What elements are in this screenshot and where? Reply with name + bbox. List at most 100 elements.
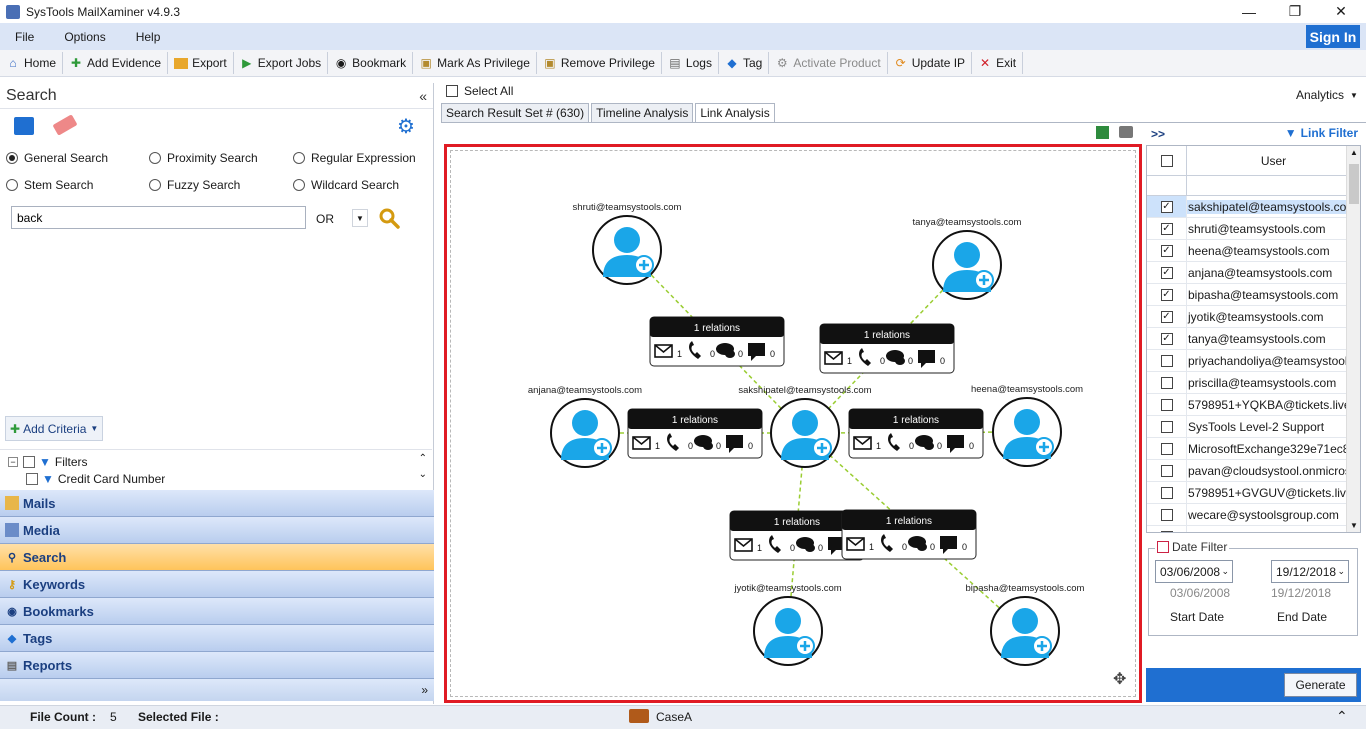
expand-nav-icon[interactable]: » <box>421 683 428 697</box>
link-analysis-graph[interactable]: 1 relations 1 0 0 0 1 relations 1 0 0 0 1 relation… <box>444 144 1142 703</box>
user-row[interactable]: priscilla@teamsystools.com <box>1147 372 1360 394</box>
filters-node[interactable]: − ▼ Filters <box>8 455 88 469</box>
user-checkbox[interactable]: ✓ <box>1160 244 1173 257</box>
user-row[interactable]: ✓ tanya@teamsystools.com <box>1147 328 1360 350</box>
analytics-dropdown[interactable]: Analytics ▼ <box>1296 84 1366 106</box>
regex-search-radio[interactable]: Regular Expression <box>293 151 416 165</box>
export-button[interactable]: Export <box>168 52 234 74</box>
nav-reports[interactable]: ▤ Reports <box>0 652 434 679</box>
user-row[interactable]: ✓ sakshipatel@teamsystools.com <box>1147 196 1360 218</box>
excel-export-icon[interactable] <box>1096 126 1109 139</box>
user-row[interactable]: ✓ bipasha@teamsystools.com <box>1147 284 1360 306</box>
scroll-down-icon[interactable]: ▼ <box>1350 521 1358 530</box>
nav-mails[interactable]: Mails <box>0 490 434 517</box>
close-icon[interactable]: ✕ <box>1318 0 1364 23</box>
tab-search-result-set[interactable]: Search Result Set # (630) <box>441 103 590 123</box>
user-row[interactable]: pavan@cloudsystool.onmicros... <box>1147 460 1360 482</box>
restore-icon[interactable]: ❐ <box>1272 0 1318 23</box>
user-row[interactable]: wecare@systoolsgroup.com <box>1147 504 1360 526</box>
general-search-radio[interactable]: General Search <box>6 151 108 165</box>
operator-select[interactable]: OR <box>316 212 334 226</box>
user-checkbox[interactable]: ✓ <box>1160 332 1173 345</box>
menu-file[interactable]: File <box>0 30 49 44</box>
user-node[interactable]: tanya@teamsystools.com <box>913 217 1022 300</box>
nav-search[interactable]: ⚲ Search <box>0 544 434 571</box>
credit-card-checkbox[interactable] <box>26 472 38 485</box>
eraser-icon[interactable] <box>52 114 78 136</box>
select-all-checkbox[interactable]: Select All <box>446 84 513 98</box>
relation-box[interactable]: 1 relations 1 0 0 0 <box>819 323 955 374</box>
search-icon[interactable] <box>378 207 400 229</box>
proximity-search-radio[interactable]: Proximity Search <box>149 151 258 165</box>
collapse-panel-icon[interactable]: « <box>419 88 427 104</box>
select-all-box[interactable] <box>446 85 458 97</box>
bookmark-button[interactable]: ◉ Bookmark <box>328 52 414 74</box>
user-checkbox[interactable] <box>1160 508 1173 521</box>
graph-svg[interactable]: 1 relations1 0 0 0 1 relations1 0 0 0 1 relation… <box>447 147 1139 700</box>
user-column-header[interactable]: User <box>1187 146 1360 175</box>
user-grid-scrollbar[interactable]: ▲ ▼ <box>1346 146 1360 532</box>
expand-link-filter-button[interactable]: >> <box>1151 127 1165 141</box>
user-checkbox[interactable] <box>1160 464 1173 477</box>
print-icon[interactable] <box>1119 126 1133 138</box>
relation-box[interactable]: 1 relations 1 0 0 0 <box>627 408 763 459</box>
export-jobs-button[interactable]: ▶ Export Jobs <box>234 52 329 74</box>
user-checkbox[interactable]: ✓ <box>1160 200 1173 213</box>
nav-tags[interactable]: ◆ Tags <box>0 625 434 652</box>
user-checkbox[interactable]: ✓ <box>1160 310 1173 323</box>
stem-search-radio[interactable]: Stem Search <box>6 178 93 192</box>
user-row[interactable]: ✓ heena@teamsystools.com <box>1147 240 1360 262</box>
user-row[interactable]: priyachandoliya@teamsystools... <box>1147 350 1360 372</box>
user-checkbox[interactable] <box>1160 354 1173 367</box>
user-row[interactable]: 5798951+GVGUV@tickets.liv... <box>1147 482 1360 504</box>
move-cursor-icon[interactable]: ✥ <box>1113 669 1126 689</box>
relation-box[interactable]: 1 relations 1 0 0 0 <box>841 509 977 560</box>
sign-in-button[interactable]: Sign In <box>1306 25 1360 48</box>
user-row[interactable]: MicrosoftExchange329e71ec8... <box>1147 438 1360 460</box>
user-checkbox[interactable]: ✓ <box>1160 266 1173 279</box>
user-node[interactable]: shruti@teamsystools.com <box>573 202 682 285</box>
user-checkbox[interactable] <box>1160 486 1173 499</box>
logs-button[interactable]: ▤ Logs <box>662 52 719 74</box>
user-checkbox[interactable] <box>1160 530 1173 532</box>
tab-timeline-analysis[interactable]: Timeline Analysis <box>591 103 694 123</box>
nav-bookmarks[interactable]: ◉ Bookmarks <box>0 598 434 625</box>
user-filter-row[interactable] <box>1147 176 1360 196</box>
wildcard-search-radio[interactable]: Wildcard Search <box>293 178 399 192</box>
menu-help[interactable]: Help <box>121 30 176 44</box>
tree-scroll-up-icon[interactable]: ⌃ <box>419 453 427 464</box>
nav-keywords[interactable]: ⚷ Keywords <box>0 571 434 598</box>
scroll-thumb[interactable] <box>1349 164 1359 204</box>
credit-card-node[interactable]: ▼ Credit Card Number <box>26 472 165 485</box>
chevron-down-icon[interactable]: ⌄ <box>1337 566 1345 577</box>
scroll-up-icon[interactable]: ▲ <box>1350 148 1358 157</box>
search-query-input[interactable] <box>11 206 306 229</box>
menu-options[interactable]: Options <box>49 30 120 44</box>
mark-privilege-button[interactable]: ▣ Mark As Privilege <box>413 52 537 74</box>
update-ip-button[interactable]: ⟳ Update IP <box>888 52 973 74</box>
user-row[interactable]: ✓ shruti@teamsystools.com <box>1147 218 1360 240</box>
user-row[interactable]: 5798951+QXCMX@tickets.live... <box>1147 526 1360 532</box>
end-date-picker[interactable]: 19/12/2018 ⌄ <box>1271 560 1349 583</box>
user-row[interactable]: ✓ anjana@teamsystools.com <box>1147 262 1360 284</box>
relation-box[interactable]: 1 relations 1 0 0 0 <box>848 408 984 459</box>
start-date-picker[interactable]: 03/06/2008 ⌄ <box>1155 560 1233 583</box>
user-checkbox[interactable] <box>1160 420 1173 433</box>
user-node[interactable]: bipasha@teamsystools.com <box>966 583 1085 666</box>
user-row[interactable]: ✓ jyotik@teamsystools.com <box>1147 306 1360 328</box>
search-settings-icon[interactable]: ⚙ <box>397 114 415 139</box>
nav-media[interactable]: Media <box>0 517 434 544</box>
chevron-down-icon[interactable]: ⌄ <box>1221 566 1229 577</box>
generate-button[interactable]: Generate <box>1284 673 1357 697</box>
user-row[interactable]: SysTools Level-2 Support <box>1147 416 1360 438</box>
collapse-node-icon[interactable]: − <box>8 457 18 467</box>
tree-scroll-down-icon[interactable]: ⌄ <box>419 469 427 480</box>
user-checkbox[interactable]: ✓ <box>1160 222 1173 235</box>
nav-expand-bar[interactable]: » <box>0 679 434 701</box>
select-all-users-checkbox[interactable] <box>1160 154 1173 167</box>
user-row[interactable]: 5798951+YQKBA@tickets.live... <box>1147 394 1360 416</box>
user-checkbox[interactable] <box>1160 376 1173 389</box>
tag-button[interactable]: ◆ Tag <box>719 52 770 74</box>
user-checkbox[interactable] <box>1160 398 1173 411</box>
user-node[interactable]: jyotik@teamsystools.com <box>733 583 842 666</box>
